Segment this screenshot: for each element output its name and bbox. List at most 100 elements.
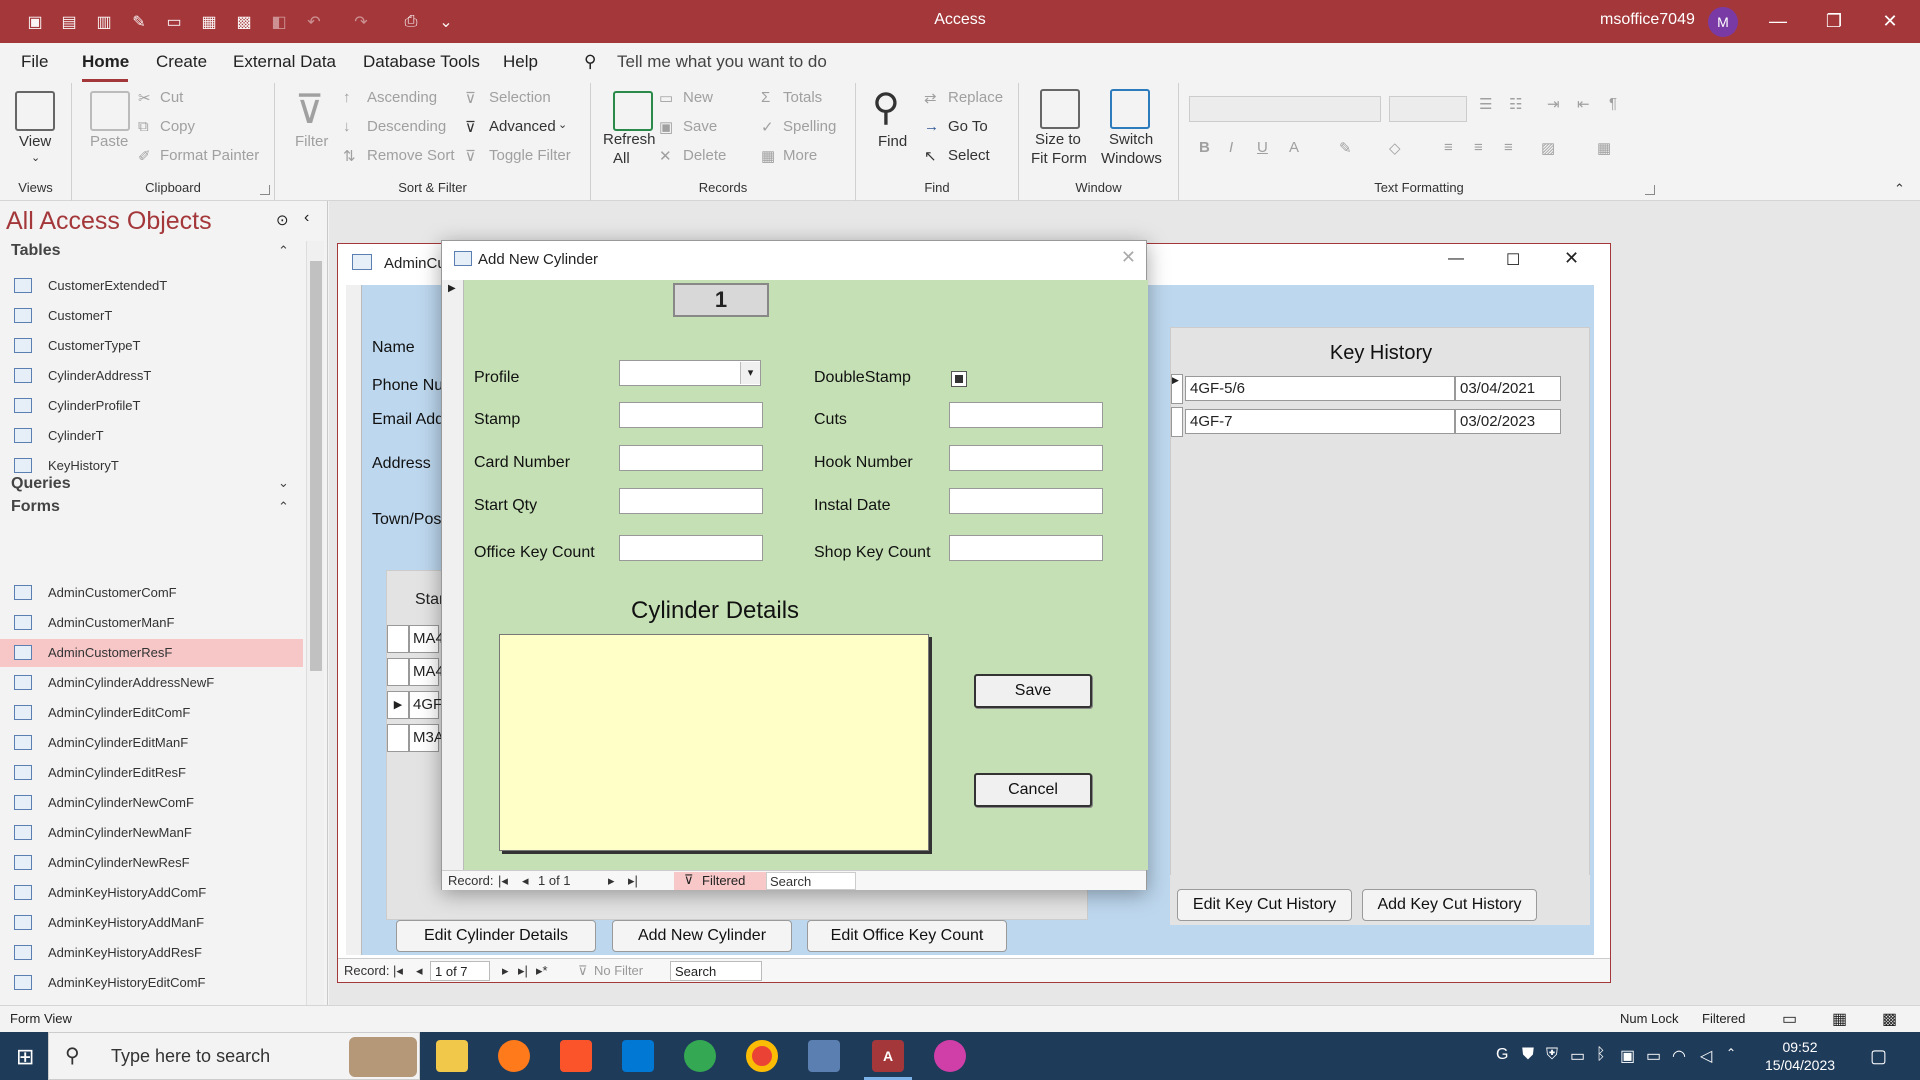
battery-icon[interactable]: ▭	[1646, 1046, 1661, 1066]
selection-icon[interactable]: ⊽	[465, 89, 476, 107]
add-new-cylinder-button[interactable]: Add New Cylinder	[612, 920, 792, 952]
record-search[interactable]: Search	[670, 961, 762, 981]
meet-icon[interactable]: ▣	[1620, 1046, 1635, 1066]
menu-database-tools[interactable]: Database Tools	[363, 52, 480, 72]
nav-scrollbar[interactable]	[306, 241, 324, 1005]
remove-sort-icon[interactable]: ⇅	[343, 147, 356, 165]
menu-help[interactable]: Help	[503, 52, 538, 72]
close-icon[interactable]: ✕	[1564, 248, 1579, 269]
toggle-filter-button[interactable]: Toggle Filter	[489, 147, 571, 164]
select-button[interactable]: Select	[948, 147, 990, 164]
prev-record-icon[interactable]: ◂	[522, 873, 529, 889]
record-selector[interactable]: ▶	[442, 280, 464, 870]
nav-form-item[interactable]: AdminKeyHistoryAddManF	[0, 909, 303, 937]
italic-button[interactable]: I	[1229, 139, 1233, 156]
remove-sort-button[interactable]: Remove Sort	[367, 147, 455, 164]
cylinder-id-field[interactable]: 1	[673, 283, 769, 317]
nav-form-item[interactable]: AdminCustomerManF	[0, 609, 303, 637]
start-qty-field[interactable]	[619, 488, 763, 514]
outdent-icon[interactable]: ⇤	[1577, 95, 1590, 113]
row-selector[interactable]: ▶	[1171, 374, 1183, 404]
nav-form-item[interactable]: AdminCylinderAddressNewF	[0, 669, 303, 697]
nav-form-item[interactable]: AdminCylinderEditManF	[0, 729, 303, 757]
calculator-icon[interactable]	[808, 1040, 840, 1072]
cancel-button[interactable]: Cancel	[974, 773, 1092, 807]
find-icon[interactable]: ⚲	[872, 85, 900, 130]
format-painter-button[interactable]: Format Painter	[160, 147, 259, 164]
shield-icon[interactable]: ⛨	[1546, 1046, 1558, 1064]
shop-key-count-field[interactable]	[949, 535, 1103, 561]
nav-table-item[interactable]: CustomerExtendedT	[0, 272, 303, 300]
font-size-dropdown[interactable]	[1389, 96, 1467, 122]
paste-button[interactable]: Paste	[90, 133, 128, 150]
bold-button[interactable]: B	[1199, 139, 1210, 156]
first-record-icon[interactable]: |◂	[393, 963, 403, 979]
restore-icon[interactable]: ❐	[1806, 0, 1862, 43]
clock[interactable]: 09:52 15/04/2023	[1762, 1038, 1838, 1074]
more-icon[interactable]: ▦	[761, 147, 775, 165]
descending-button[interactable]: Descending	[367, 118, 446, 135]
chevron-down-icon[interactable]: ⌄	[31, 151, 40, 164]
nav-form-item[interactable]: AdminCylinderNewManF	[0, 819, 303, 847]
access-icon[interactable]: A	[872, 1040, 904, 1072]
nav-form-item[interactable]: AdminKeyHistoryAddComF	[0, 879, 303, 907]
row-selector[interactable]: ▶	[387, 691, 409, 719]
new-record-icon[interactable]: ▭	[659, 89, 673, 107]
minimize-icon[interactable]: —	[1448, 250, 1464, 268]
add-key-cut-history-button[interactable]: Add Key Cut History	[1362, 889, 1537, 921]
switch-windows-label[interactable]: Windows	[1101, 150, 1162, 167]
brave-icon[interactable]	[560, 1040, 592, 1072]
nav-form-item[interactable]: AdminCylinderNewResF	[0, 849, 303, 877]
next-record-icon[interactable]: ▸	[608, 873, 615, 889]
avatar[interactable]: M	[1708, 7, 1738, 37]
nav-form-item[interactable]: AdminCustomerComF	[0, 579, 303, 607]
select-icon[interactable]: ↖	[924, 147, 937, 165]
nav-scroll-thumb[interactable]	[310, 261, 322, 671]
replace-button[interactable]: Replace	[948, 89, 1003, 106]
copy-button[interactable]: Copy	[160, 118, 195, 135]
cut-button[interactable]: Cut	[160, 89, 183, 106]
record-search[interactable]: Search	[766, 872, 856, 890]
stamp-field[interactable]	[619, 402, 763, 428]
prev-record-icon[interactable]: ◂	[416, 963, 423, 979]
collapse-ribbon-icon[interactable]: ⌃	[1894, 181, 1905, 197]
chevron-down-icon[interactable]: ▾	[740, 362, 760, 384]
chrome-icon[interactable]	[746, 1040, 778, 1072]
key-history-key[interactable]: 4GF-7	[1185, 409, 1455, 434]
record-position[interactable]: 1 of 1	[538, 873, 571, 888]
find-button[interactable]: Find	[878, 133, 907, 150]
align-right-icon[interactable]: ≡	[1504, 139, 1513, 156]
refresh-icon[interactable]	[613, 91, 653, 131]
datasheet-view-icon[interactable]: ▦	[1832, 1009, 1847, 1029]
last-record-icon[interactable]: ▸|	[518, 963, 528, 979]
ascending-button[interactable]: Ascending	[367, 89, 437, 106]
subform-cell[interactable]: MA4	[409, 625, 444, 653]
cuts-field[interactable]	[949, 402, 1103, 428]
go-to-icon[interactable]: →	[924, 118, 939, 135]
dialog-launcher-icon[interactable]	[260, 185, 270, 195]
form-view-icon[interactable]: ▭	[1782, 1009, 1797, 1029]
office-key-count-field[interactable]	[619, 535, 763, 561]
delete-icon[interactable]: ✕	[659, 147, 672, 165]
filter-icon[interactable]: ⊽	[295, 87, 324, 133]
record-position[interactable]: 1 of 7	[430, 961, 490, 981]
replace-icon[interactable]: ⇄	[924, 89, 937, 107]
nav-table-item[interactable]: CylinderAddressT	[0, 362, 303, 390]
row-selector[interactable]	[387, 625, 409, 653]
dialog-launcher-icon[interactable]	[1645, 185, 1655, 195]
row-selector[interactable]	[387, 658, 409, 686]
nav-menu-icon[interactable]: ⊙	[276, 211, 289, 229]
nav-form-item[interactable]: AdminCylinderEditComF	[0, 699, 303, 727]
save-button-ribbon[interactable]: Save	[683, 118, 717, 135]
nav-table-item[interactable]: CylinderProfileT	[0, 392, 303, 420]
record-selector[interactable]	[346, 285, 362, 955]
maximize-icon[interactable]: ☐	[1506, 250, 1520, 270]
last-record-icon[interactable]: ▸|	[628, 873, 638, 889]
windows-start-icon[interactable]: ⊞	[16, 1044, 34, 1070]
refresh-all-label[interactable]: All	[613, 150, 630, 167]
minimize-icon[interactable]: —	[1750, 0, 1806, 43]
view-icon[interactable]	[15, 91, 55, 131]
totals-button[interactable]: Totals	[783, 89, 822, 106]
security-icon[interactable]: ⛊	[1522, 1046, 1534, 1064]
nav-table-item[interactable]: CustomerT	[0, 302, 303, 330]
